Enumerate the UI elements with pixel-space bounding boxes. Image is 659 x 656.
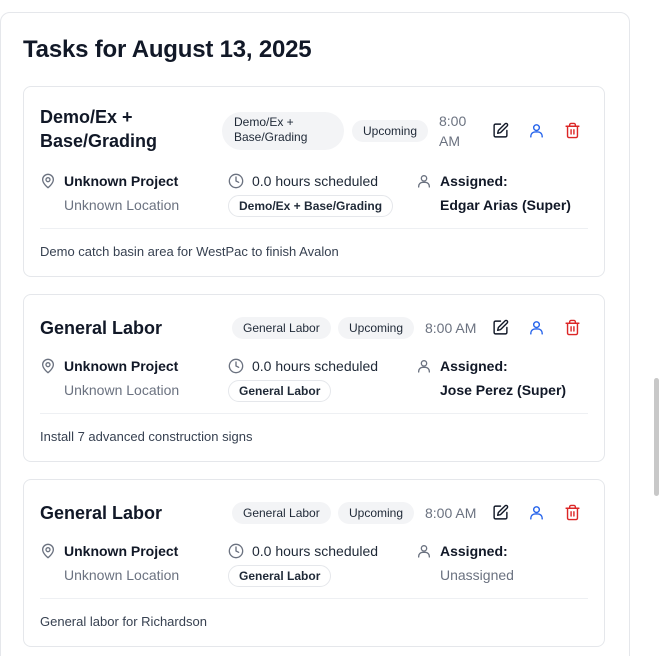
user-icon: [416, 173, 432, 189]
project-location: Unknown Location: [64, 382, 180, 398]
edit-button[interactable]: [490, 502, 510, 522]
task-time: 8:00 AM: [425, 505, 477, 521]
edit-icon: [492, 504, 508, 520]
task-time: 8:00 AM: [439, 113, 467, 149]
user-icon: [416, 358, 432, 374]
trash-icon: [564, 504, 580, 520]
project-name: Unknown Project: [64, 358, 179, 374]
assigned-label: Assigned:: [440, 358, 508, 374]
divider: [40, 598, 588, 599]
category-badge: General Labor: [232, 502, 331, 524]
trash-icon: [564, 122, 580, 138]
edit-button[interactable]: [490, 317, 510, 337]
map-pin-icon: [40, 173, 56, 189]
assignee-name: Unassigned: [440, 567, 514, 583]
delete-button[interactable]: [562, 502, 582, 522]
task-card[interactable]: General Labor General Labor Upcoming 8:0…: [23, 479, 605, 647]
task-description: Install 7 advanced construction signs: [40, 429, 253, 444]
task-title: General Labor: [40, 318, 163, 338]
assign-user-button[interactable]: [526, 120, 546, 140]
trash-icon: [564, 319, 580, 335]
task-card[interactable]: General Labor General Labor Upcoming 8:0…: [23, 294, 605, 462]
status-badge: Upcoming: [338, 317, 415, 339]
map-pin-icon: [40, 543, 56, 559]
task-time: 8:00 AM: [425, 320, 477, 336]
edit-icon: [492, 122, 508, 138]
assign-user-button[interactable]: [526, 317, 546, 337]
edit-icon: [492, 319, 508, 335]
user-icon: [416, 543, 432, 559]
project-location: Unknown Location: [64, 567, 180, 583]
delete-button[interactable]: [562, 120, 582, 140]
hours-scheduled: 0.0 hours scheduled: [252, 358, 379, 374]
divider: [40, 228, 588, 229]
hours-scheduled: 0.0 hours scheduled: [252, 173, 379, 189]
delete-button[interactable]: [562, 317, 582, 337]
assigned-label: Assigned:: [440, 173, 508, 189]
category-badge: General Labor: [232, 317, 331, 339]
assign-user-button[interactable]: [526, 502, 546, 522]
status-badge: Upcoming: [338, 502, 415, 524]
edit-button[interactable]: [490, 120, 510, 140]
project-name: Unknown Project: [64, 173, 179, 189]
page-title: Tasks for August 13, 2025: [23, 36, 312, 63]
scrollbar[interactable]: [654, 378, 659, 496]
category-badge: Demo/Ex + Base/Grading: [222, 112, 344, 150]
task-type-badge: General Labor: [228, 565, 332, 587]
project-name: Unknown Project: [64, 543, 179, 559]
status-badge: Upcoming: [352, 120, 429, 142]
assigned-label: Assigned:: [440, 543, 508, 559]
project-location: Unknown Location: [64, 197, 180, 213]
user-icon: [529, 320, 543, 335]
task-title: General Labor: [40, 503, 163, 523]
task-type-badge: Demo/Ex + Base/Grading: [228, 195, 394, 217]
divider: [40, 413, 588, 414]
task-description: General labor for Richardson: [40, 614, 207, 629]
task-title: Demo/Ex + Base/Grading: [40, 107, 158, 151]
task-card[interactable]: Demo/Ex + Base/Grading Demo/Ex + Base/Gr…: [23, 86, 605, 277]
clock-icon: [228, 173, 244, 189]
user-icon: [529, 505, 543, 520]
hours-scheduled: 0.0 hours scheduled: [252, 543, 379, 559]
clock-icon: [228, 358, 244, 374]
map-pin-icon: [40, 358, 56, 374]
task-type-badge: General Labor: [228, 380, 332, 402]
assignee-name: Jose Perez (Super): [440, 382, 567, 398]
clock-icon: [228, 543, 244, 559]
assignee-name: Edgar Arias (Super): [440, 197, 571, 213]
user-icon: [529, 123, 543, 138]
task-description: Demo catch basin area for WestPac to fin…: [40, 244, 339, 259]
